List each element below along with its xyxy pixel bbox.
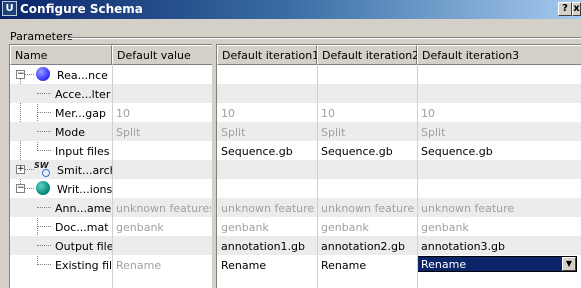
parameter-tree[interactable]: Name Default value − Rea...nce Acce...lter… (9, 44, 212, 288)
column-header-iteration3[interactable]: Default iteration3 (417, 45, 581, 65)
magnifier-icon (42, 169, 50, 177)
group-divider (68, 37, 581, 39)
table-row[interactable] (217, 179, 581, 198)
iteration-cell[interactable]: Sequence.gb (221, 145, 315, 158)
tree-row[interactable]: Mer...gap 10 (10, 103, 212, 122)
parameters-group-label: Parameters (10, 30, 73, 43)
column-header-iteration2[interactable]: Default iteration2 (317, 45, 419, 65)
collapse-icon[interactable]: − (16, 184, 25, 193)
tree-row[interactable]: Input files (10, 141, 212, 160)
tree-guide-line (37, 150, 51, 151)
column-header-default-value[interactable]: Default value (112, 45, 212, 65)
iteration-cell[interactable]: unknown features (421, 202, 515, 215)
parameter-name: Acce...lter (55, 88, 111, 101)
iteration-cell[interactable]: unknown features (221, 202, 315, 215)
table-row[interactable]: annotation1.gb annotation2.gb annotation3.… (217, 236, 581, 255)
collapse-icon[interactable]: − (16, 70, 25, 79)
node-name: Writ...ions (57, 183, 112, 196)
tree-row[interactable]: Ann...ame unknown features (10, 198, 212, 217)
table-row[interactable]: unknown features unknown features unknown … (217, 198, 581, 217)
table-row[interactable]: Sequence.gb Sequence.gb Sequence.gb (217, 141, 581, 160)
iteration-cell[interactable]: unknown features (321, 202, 415, 215)
tree-guide-line (37, 245, 51, 246)
iteration-cell[interactable]: Sequence.gb (321, 145, 415, 158)
tree-row[interactable]: − Writ...ions (10, 179, 212, 198)
node-name: Smit...arch (57, 164, 112, 177)
tree-row[interactable]: + SW Smit...arch (10, 160, 212, 179)
default-value: 10 (116, 107, 130, 120)
column-header-name[interactable]: Name (10, 45, 112, 65)
iteration-cell[interactable]: genbank (221, 221, 315, 234)
iteration-cell[interactable]: 10 (221, 107, 315, 120)
tree-row[interactable]: Output file (10, 236, 212, 255)
column-header-iteration1[interactable]: Default iteration1 (217, 45, 319, 65)
tree-guide-line (37, 207, 51, 208)
column-divider (112, 65, 113, 288)
tree-guide-line (37, 93, 51, 94)
tree-row[interactable]: − Rea...nce (10, 65, 212, 84)
default-value: Split (116, 126, 141, 139)
tree-row[interactable]: Doc...mat genbank (10, 217, 212, 236)
tree-row[interactable]: Existing file Rename (10, 255, 212, 274)
sw-search-icon: SW (34, 161, 52, 177)
iteration-cell[interactable]: Sequence.gb (421, 145, 515, 158)
table-row[interactable]: Split Split Split (217, 122, 581, 141)
table-row[interactable]: 10 10 10 (217, 103, 581, 122)
parameter-name: Output file (55, 240, 112, 253)
iteration-cell[interactable]: annotation1.gb (221, 240, 315, 253)
expand-icon[interactable]: + (16, 165, 25, 174)
parameter-name: Doc...mat (55, 221, 109, 234)
default-value: unknown features (116, 202, 211, 215)
tree-row[interactable]: Mode Split (10, 122, 212, 141)
node-name: Rea...nce (57, 69, 108, 82)
window-title: Configure Schema (20, 2, 143, 16)
iteration-cell[interactable]: 10 (421, 107, 515, 120)
app-icon: U (2, 1, 17, 16)
tree-guide-line (37, 226, 51, 227)
parameter-name: Input files (55, 145, 110, 158)
column-divider (317, 65, 318, 288)
iteration-cell[interactable]: Split (221, 126, 315, 139)
tree-guide-line (37, 112, 51, 113)
chevron-down-icon[interactable]: ▼ (562, 257, 576, 271)
iteration-cell[interactable]: genbank (321, 221, 415, 234)
iteration-cell[interactable]: annotation2.gb (321, 240, 415, 253)
table-row[interactable] (217, 84, 581, 103)
close-button[interactable]: x (572, 2, 581, 16)
iteration-cell[interactable]: Rename (321, 259, 415, 272)
blue-circle-icon (36, 67, 50, 81)
tree-guide-line (25, 188, 34, 189)
table-row[interactable] (217, 65, 581, 84)
tree-guide-line (25, 169, 34, 170)
existing-file-dropdown[interactable]: Rename ▼ (417, 256, 577, 272)
tree-guide-line (37, 264, 51, 265)
help-button[interactable]: ? (558, 2, 572, 16)
iteration-cell[interactable]: Split (421, 126, 515, 139)
tree-row[interactable]: Acce...lter (10, 84, 212, 103)
parameter-name: Existing file (55, 259, 112, 272)
iteration-cell[interactable]: 10 (321, 107, 415, 120)
title-bar[interactable]: U Configure Schema ? x (0, 0, 581, 19)
tree-guide-line (37, 131, 51, 132)
iteration-cell[interactable]: Rename (221, 259, 315, 272)
iteration-cell[interactable]: annotation3.gb (421, 240, 515, 253)
dropdown-value: Rename (421, 258, 467, 271)
default-value: genbank (116, 221, 164, 234)
default-value: Rename (116, 259, 162, 272)
parameter-name: Mer...gap (55, 107, 106, 120)
iteration-cell[interactable]: Split (321, 126, 415, 139)
table-row[interactable]: Rename Rename Rename ▼ (217, 255, 581, 274)
tree-guide-line (25, 74, 34, 75)
parameter-name: Ann...ame (55, 202, 112, 215)
column-divider (417, 65, 418, 288)
table-row[interactable]: genbank genbank genbank (217, 217, 581, 236)
table-row[interactable] (217, 160, 581, 179)
teal-circle-icon (36, 181, 50, 195)
iterations-table[interactable]: Default iteration1 Default iteration2 De… (216, 44, 581, 288)
parameter-name: Mode (55, 126, 85, 139)
iteration-cell[interactable]: genbank (421, 221, 515, 234)
